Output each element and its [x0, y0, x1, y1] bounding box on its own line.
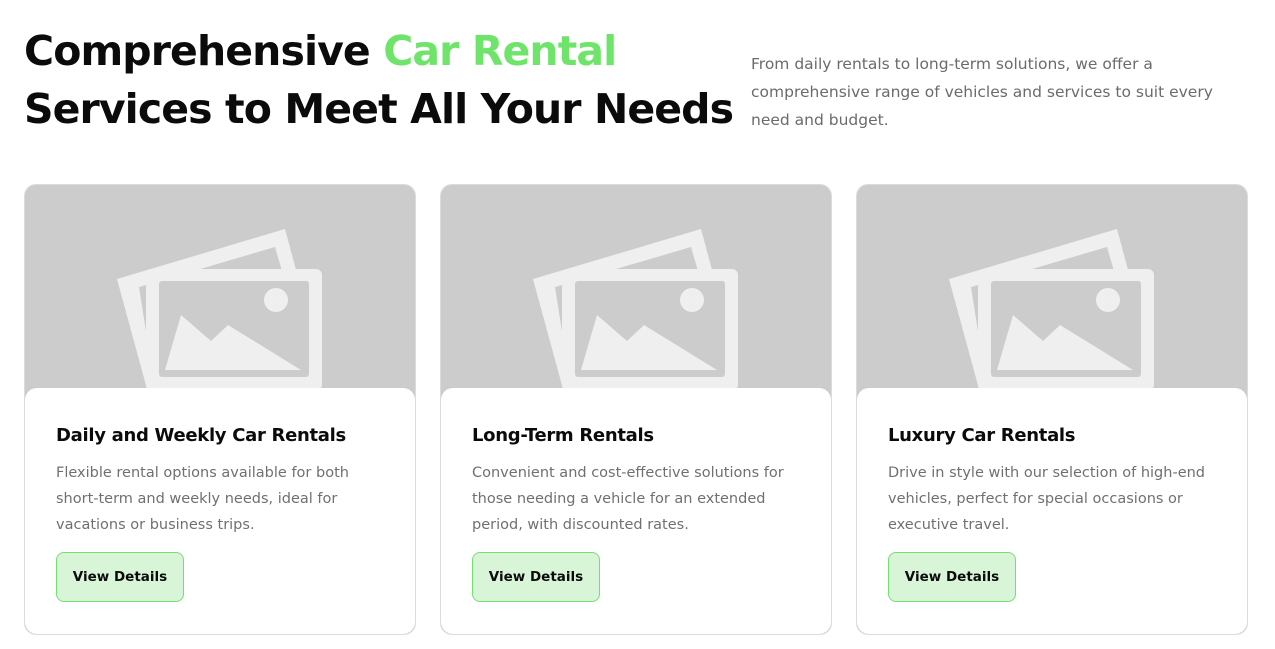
title-accent: Car Rental [383, 27, 617, 75]
title-part-1: Comprehensive [24, 27, 384, 75]
service-card-long-term: Long-Term Rentals Convenient and cost-ef… [440, 184, 832, 635]
card-body: Daily and Weekly Car Rentals Flexible re… [25, 388, 415, 634]
card-body: Luxury Car Rentals Drive in style with o… [857, 388, 1247, 634]
card-description: Convenient and cost-effective solutions … [472, 465, 784, 533]
service-cards: Daily and Weekly Car Rentals Flexible re… [24, 184, 1248, 635]
view-details-button[interactable]: View Details [472, 552, 600, 602]
card-description: Flexible rental options available for bo… [56, 465, 349, 533]
service-card-luxury: Luxury Car Rentals Drive in style with o… [856, 184, 1248, 635]
service-card-daily-weekly: Daily and Weekly Car Rentals Flexible re… [24, 184, 416, 635]
view-details-button[interactable]: View Details [888, 552, 1016, 602]
card-image [857, 185, 1247, 395]
title-part-2: Services to Meet All Your Needs [24, 85, 734, 133]
card-image [25, 185, 415, 395]
card-image [441, 185, 831, 395]
card-description: Drive in style with our selection of hig… [888, 465, 1206, 533]
card-title: Luxury Car Rentals [888, 425, 1076, 446]
image-placeholder-icon [949, 229, 1154, 391]
card-title: Long-Term Rentals [472, 425, 654, 446]
section-header: Comprehensive Car Rental Services to Mee… [24, 22, 1249, 142]
image-placeholder-icon [117, 229, 322, 391]
card-title: Daily and Weekly Car Rentals [56, 425, 346, 446]
card-body: Long-Term Rentals Convenient and cost-ef… [441, 388, 831, 634]
view-details-button[interactable]: View Details [56, 552, 184, 602]
section-title: Comprehensive Car Rental Services to Mee… [24, 22, 734, 138]
image-placeholder-icon [533, 229, 738, 391]
section-description: From daily rentals to long-term solution… [751, 55, 1213, 129]
